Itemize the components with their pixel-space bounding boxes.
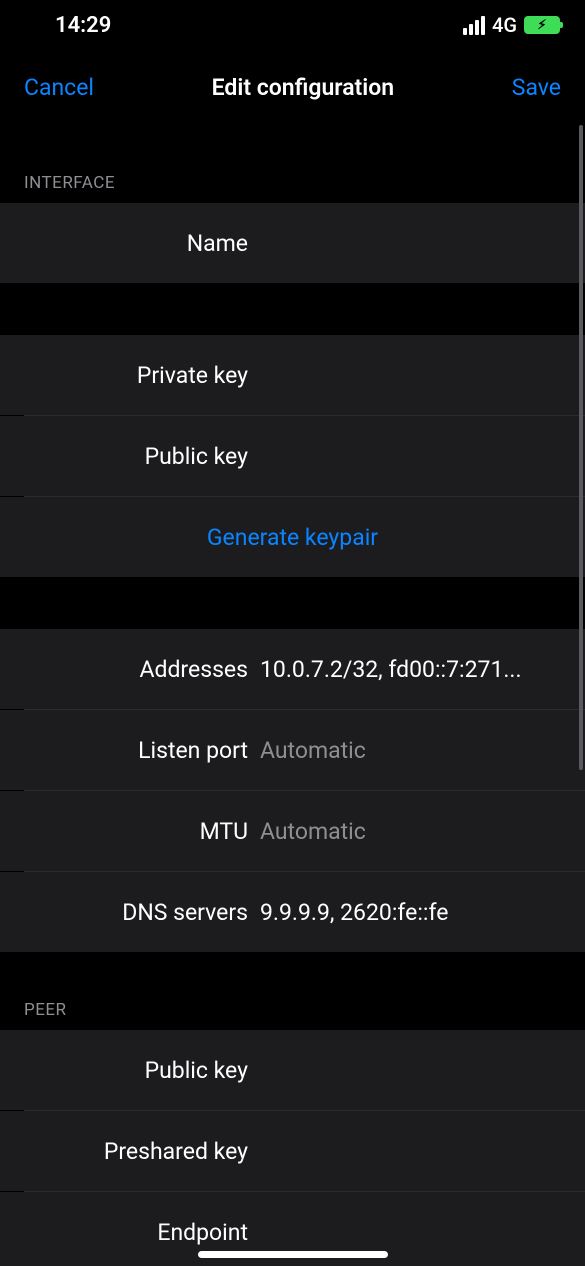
row-public-key[interactable]: Public key [0, 416, 585, 496]
status-time: 14:29 [55, 13, 111, 38]
nav-bar: Cancel Edit configuration Save [0, 50, 585, 125]
row-preshared-key[interactable]: Preshared key [0, 1111, 585, 1191]
input-public-key[interactable] [260, 443, 565, 470]
label-listen-port: Listen port [0, 737, 260, 764]
battery-icon: ⚡︎ [524, 16, 560, 34]
input-addresses[interactable] [260, 656, 565, 683]
label-name: Name [0, 230, 260, 257]
row-listen-port[interactable]: Listen port [0, 710, 585, 790]
label-dns: DNS servers [0, 899, 260, 926]
label-addresses: Addresses [0, 656, 260, 683]
cancel-button[interactable]: Cancel [24, 74, 94, 101]
input-preshared-key[interactable] [260, 1138, 565, 1165]
row-peer-public-key[interactable]: Public key [0, 1030, 585, 1110]
label-peer-public-key: Public key [0, 1057, 260, 1084]
label-public-key: Public key [0, 443, 260, 470]
input-endpoint[interactable] [260, 1219, 565, 1246]
label-endpoint: Endpoint [0, 1219, 260, 1246]
input-peer-public-key[interactable] [260, 1057, 565, 1084]
label-mtu: MTU [0, 818, 260, 845]
input-dns[interactable] [260, 899, 565, 926]
input-listen-port[interactable] [260, 737, 565, 764]
row-dns[interactable]: DNS servers [0, 872, 585, 952]
row-mtu[interactable]: MTU [0, 791, 585, 871]
home-indicator[interactable] [198, 1251, 388, 1258]
charging-icon: ⚡︎ [537, 19, 546, 32]
scrollbar[interactable] [579, 125, 583, 770]
status-bar: 14:29 4G ⚡︎ [0, 0, 585, 50]
label-preshared-key: Preshared key [0, 1138, 260, 1165]
label-private-key: Private key [0, 362, 260, 389]
status-right: 4G ⚡︎ [463, 13, 560, 37]
input-mtu[interactable] [260, 818, 565, 845]
input-private-key[interactable] [260, 362, 565, 389]
row-name[interactable]: Name [0, 203, 585, 283]
page-title: Edit configuration [212, 74, 394, 101]
save-button[interactable]: Save [512, 74, 561, 101]
content-scroll[interactable]: Interface Name Private key Public key Ge… [0, 125, 585, 1266]
generate-keypair-button[interactable]: Generate keypair [0, 497, 585, 577]
input-name[interactable] [260, 230, 565, 257]
section-header-interface: Interface [0, 125, 585, 203]
row-private-key[interactable]: Private key [0, 335, 585, 415]
row-addresses[interactable]: Addresses [0, 629, 585, 709]
signal-icon [463, 16, 485, 35]
section-header-peer: Peer [0, 952, 585, 1030]
network-label: 4G [492, 13, 517, 37]
